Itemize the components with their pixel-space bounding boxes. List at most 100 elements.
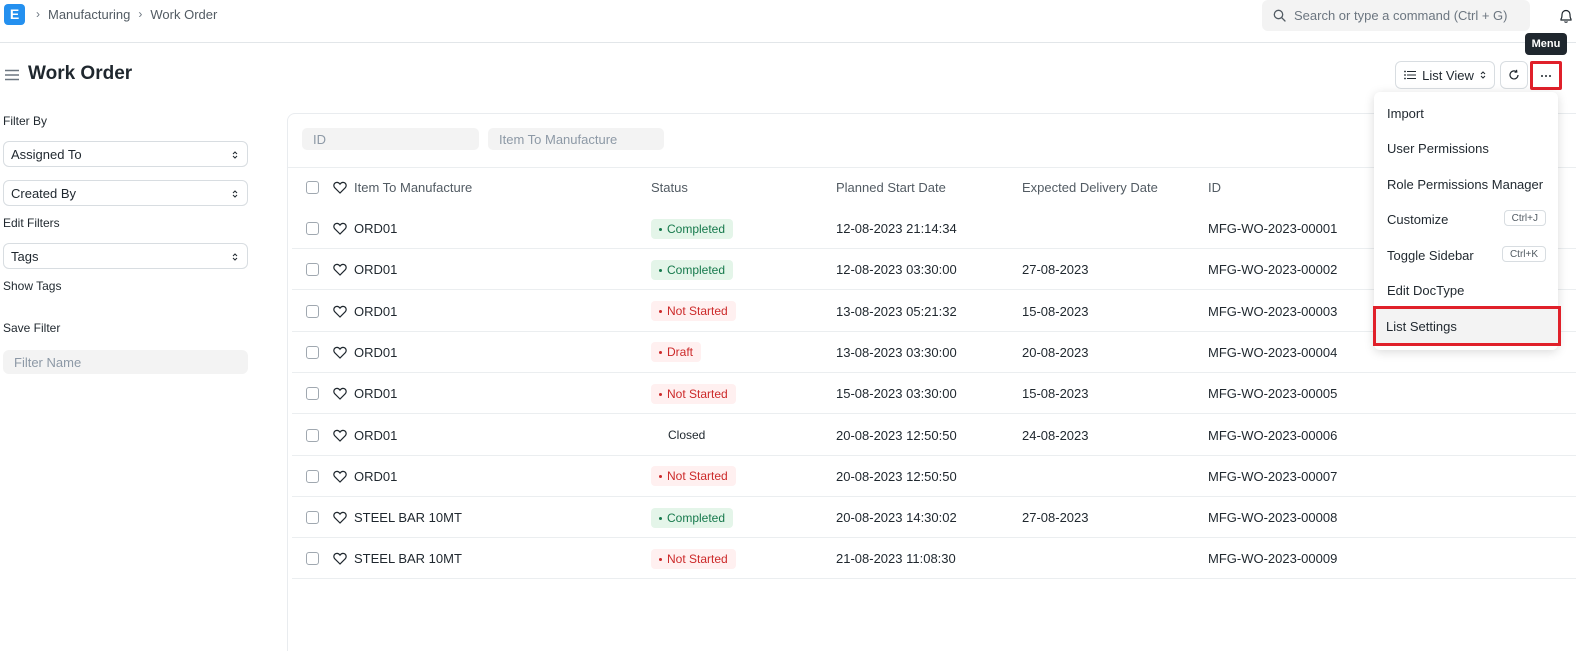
id-cell[interactable]: MFG-WO-2023-00009: [1208, 538, 1337, 579]
heart-icon[interactable]: [333, 387, 347, 401]
select-caret-icon: [1480, 71, 1486, 79]
list-view-switcher-button[interactable]: List View: [1395, 61, 1495, 89]
breadcrumb-work-order[interactable]: Work Order: [150, 7, 217, 22]
row-checkbox[interactable]: [306, 469, 319, 483]
refresh-button[interactable]: [1500, 61, 1528, 89]
menu-item-label: List Settings: [1386, 318, 1457, 334]
menu-item-list-settings[interactable]: List Settings: [1373, 306, 1561, 346]
created-by-label: Created By: [11, 185, 77, 201]
shortcut-badge: Ctrl+K: [1501, 246, 1546, 262]
app-logo[interactable]: E: [4, 4, 25, 25]
status-badge[interactable]: Draft: [651, 342, 702, 363]
heart-icon[interactable]: [333, 181, 347, 194]
header-start-date: Planned Start Date: [836, 180, 946, 195]
heart-icon[interactable]: [333, 222, 347, 235]
item-cell[interactable]: ORD01: [354, 373, 397, 414]
heart-icon[interactable]: [333, 305, 347, 318]
menu-item-edit-doctype[interactable]: Edit DocType: [1374, 274, 1558, 306]
row-checkbox[interactable]: [306, 263, 319, 277]
start-date-cell: 20-08-2023 12:50:50: [836, 468, 957, 484]
menu-item-customize[interactable]: Customize Ctrl+J: [1374, 203, 1558, 235]
edit-filters-link[interactable]: Edit Filters: [3, 216, 60, 230]
id-cell[interactable]: MFG-WO-2023-00007: [1208, 456, 1337, 497]
menu-item-label: Customize: [1387, 211, 1449, 227]
id-cell[interactable]: MFG-WO-2023-00004: [1208, 332, 1337, 373]
assigned-to-select[interactable]: Assigned To: [3, 141, 248, 167]
created-by-select[interactable]: Created By: [3, 180, 248, 206]
row-checkbox[interactable]: [306, 511, 319, 525]
heart-icon[interactable]: [333, 263, 347, 277]
row-checkbox[interactable]: [306, 222, 319, 235]
row-checkbox[interactable]: [306, 552, 319, 566]
item-cell[interactable]: ORD01: [354, 291, 397, 332]
status-badge[interactable]: Closed: [651, 425, 713, 445]
notification-bell-icon[interactable]: [1558, 8, 1574, 24]
menu-item-user-permissions[interactable]: User Permissions: [1374, 132, 1558, 164]
table-row[interactable]: STEEL BAR 10MT Completed 20-08-2023 14:30:…: [292, 497, 1576, 539]
id-cell[interactable]: MFG-WO-2023-00008: [1208, 497, 1337, 538]
row-checkbox[interactable]: [306, 345, 319, 359]
status-badge[interactable]: Not Started: [651, 548, 736, 569]
status-badge[interactable]: Not Started: [651, 383, 736, 404]
menu-item-label: Role Permissions Manager: [1387, 176, 1544, 192]
page-title: Work Order: [28, 63, 133, 84]
item-cell[interactable]: ORD01: [354, 456, 397, 497]
item-cell[interactable]: ORD01: [354, 208, 397, 249]
id-cell[interactable]: MFG-WO-2023-00003: [1208, 291, 1337, 332]
id-cell[interactable]: MFG-WO-2023-00005: [1208, 373, 1337, 414]
sidebar-toggle-icon[interactable]: [5, 69, 19, 81]
delivery-date-cell: 24-08-2023: [1022, 427, 1089, 443]
table-row[interactable]: STEEL BAR 10MT Not Started 21-08-2023 11:0…: [292, 538, 1576, 580]
menu-button[interactable]: [1530, 61, 1562, 90]
filter-name-input[interactable]: [3, 350, 248, 374]
status-badge[interactable]: Completed: [651, 507, 734, 528]
item-filter-input[interactable]: [488, 128, 664, 150]
menu-item-label: User Permissions: [1387, 140, 1489, 156]
start-date-cell: 13-08-2023 03:30:00: [836, 344, 957, 360]
tags-select[interactable]: Tags: [3, 243, 248, 269]
status-badge[interactable]: Completed: [651, 218, 734, 239]
heart-icon[interactable]: [333, 470, 347, 483]
status-badge[interactable]: Not Started: [651, 466, 736, 487]
item-cell[interactable]: ORD01: [354, 249, 397, 290]
item-cell[interactable]: STEEL BAR 10MT: [354, 497, 462, 538]
row-checkbox[interactable]: [306, 304, 319, 318]
select-all-checkbox[interactable]: [306, 181, 319, 194]
start-date-cell: 21-08-2023 11:08:30: [836, 551, 956, 567]
item-cell[interactable]: ORD01: [354, 332, 397, 373]
table-row[interactable]: ORD01 Closed 20-08-2023 12:50:50 24-08-2023…: [292, 415, 1576, 456]
list-icon: [1404, 70, 1417, 80]
row-checkbox[interactable]: [306, 428, 319, 442]
refresh-icon: [1509, 69, 1519, 80]
item-cell[interactable]: ORD01: [354, 415, 397, 456]
more-horizontal-icon: [1541, 74, 1551, 77]
show-tags-link[interactable]: Show Tags: [3, 279, 61, 293]
table-row[interactable]: ORD01 Not Started 15-08-2023 03:30:00 15-08…: [292, 373, 1576, 415]
heart-icon[interactable]: [333, 511, 347, 524]
delivery-date-cell: 20-08-2023: [1022, 344, 1089, 360]
chevron-right-icon: ›: [36, 7, 40, 21]
table-row[interactable]: ORD01 Not Started 20-08-2023 12:50:50 MFG-W…: [292, 456, 1576, 497]
list-view-label: List View: [1422, 67, 1474, 83]
id-cell[interactable]: MFG-WO-2023-00001: [1208, 208, 1337, 249]
id-filter-input[interactable]: [302, 128, 479, 150]
delivery-date-cell: 27-08-2023: [1022, 510, 1089, 526]
breadcrumb: › Manufacturing › Work Order: [36, 6, 217, 22]
awesomebar[interactable]: [1262, 0, 1530, 31]
heart-icon[interactable]: [333, 346, 347, 359]
id-cell[interactable]: MFG-WO-2023-00006: [1208, 415, 1337, 456]
heart-icon[interactable]: [333, 429, 347, 442]
row-checkbox[interactable]: [306, 387, 319, 401]
id-cell[interactable]: MFG-WO-2023-00002: [1208, 249, 1337, 290]
menu-item-toggle-sidebar[interactable]: Toggle Sidebar Ctrl+K: [1374, 239, 1558, 271]
header-status: Status: [651, 180, 688, 195]
start-date-cell: 20-08-2023 12:50:50: [836, 427, 957, 443]
heart-icon[interactable]: [333, 552, 347, 566]
menu-item-role-permissions-manager[interactable]: Role Permissions Manager: [1374, 168, 1558, 200]
status-badge[interactable]: Not Started: [651, 301, 736, 322]
search-input[interactable]: [1294, 8, 1524, 23]
item-cell[interactable]: STEEL BAR 10MT: [354, 538, 462, 579]
breadcrumb-manufacturing[interactable]: Manufacturing: [48, 7, 130, 22]
menu-item-import[interactable]: Import: [1374, 97, 1558, 129]
status-badge[interactable]: Completed: [651, 259, 734, 280]
